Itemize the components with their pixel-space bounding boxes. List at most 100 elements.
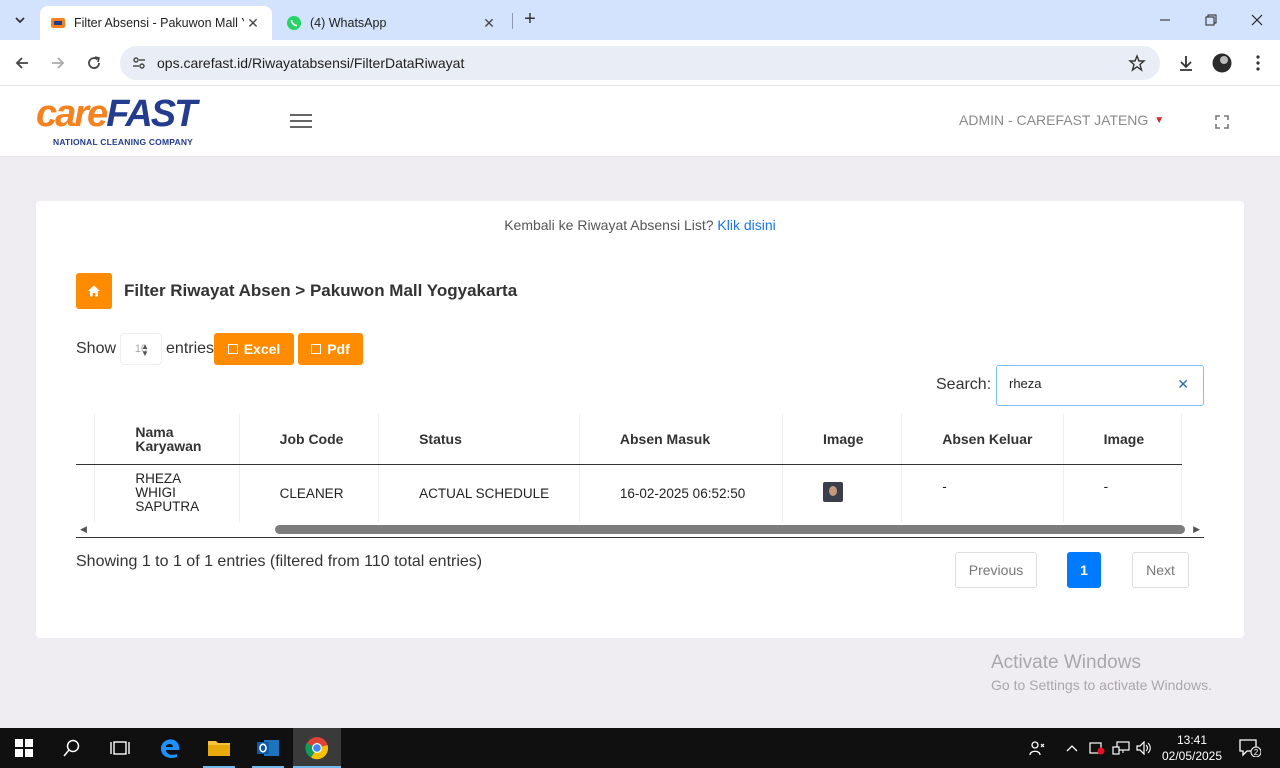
- url-text[interactable]: ops.carefast.id/Riwayatabsensi/FilterDat…: [157, 55, 464, 71]
- taskbar-outlook[interactable]: [244, 728, 292, 768]
- new-tab-button[interactable]: +: [520, 9, 540, 30]
- spinner-arrows-icon: ▲ ▼: [141, 342, 149, 358]
- column-header-image-masuk[interactable]: Image: [782, 414, 903, 465]
- browser-menu-button[interactable]: [1244, 49, 1272, 77]
- employee-photo-thumbnail[interactable]: [823, 481, 844, 502]
- page-title: Filter Riwayat Absen > Pakuwon Mall Yogy…: [124, 281, 518, 300]
- column-header-absen-masuk[interactable]: Absen Masuk: [579, 414, 784, 465]
- scroll-right-icon[interactable]: ▶: [1193, 524, 1200, 535]
- tab-filter-absensi[interactable]: Filter Absensi - Pakuwon Mall Y ✕: [40, 6, 272, 40]
- entries-label: entries: [166, 340, 215, 357]
- whatsapp-icon: [287, 16, 301, 30]
- scrollbar-thumb[interactable]: [275, 525, 1185, 534]
- clear-search-icon[interactable]: ✕: [1177, 376, 1189, 393]
- taskbar-file-explorer[interactable]: [195, 728, 243, 768]
- tab-whatsapp[interactable]: (4) WhatsApp ✕: [276, 6, 508, 40]
- download-icon: [1180, 56, 1192, 71]
- column-header-no[interactable]: [76, 414, 96, 465]
- pagination-next[interactable]: Next: [1132, 552, 1189, 588]
- back-to-list-line: Kembali ke Riwayat Absensi List? Klik di…: [36, 217, 1244, 233]
- profile-avatar[interactable]: [1208, 49, 1236, 77]
- arrow-left-icon: [15, 57, 28, 69]
- close-window-button[interactable]: [1234, 0, 1280, 40]
- close-tab-icon[interactable]: ✕: [244, 14, 262, 32]
- show-hidden-icons-chevron-icon[interactable]: [1062, 728, 1082, 768]
- site-info-icon[interactable]: [128, 52, 150, 74]
- close-tab-icon[interactable]: ✕: [480, 14, 498, 32]
- outlook-icon: [257, 740, 279, 756]
- column-header-image-keluar[interactable]: Image: [1063, 414, 1183, 465]
- scroll-left-icon[interactable]: ◀: [80, 524, 87, 535]
- notification-count: 2: [1254, 748, 1259, 757]
- carefast-favicon-icon: [51, 18, 65, 28]
- start-button[interactable]: [0, 728, 48, 768]
- taskbar-chrome[interactable]: [293, 728, 341, 768]
- system-clock[interactable]: 13:41 02/05/2025: [1158, 732, 1226, 764]
- back-button[interactable]: [8, 49, 36, 77]
- address-bar[interactable]: ops.carefast.id/Riwayatabsensi/FilterDat…: [120, 46, 1160, 80]
- minimize-icon: [1160, 19, 1170, 21]
- image-keluar-cell: -: [1063, 464, 1183, 522]
- export-excel-button[interactable]: Excel: [214, 333, 294, 365]
- restore-icon: [1205, 14, 1217, 26]
- absen-masuk-cell: 16-02-2025 06:52:50: [579, 464, 784, 522]
- tab-title: Filter Absensi - Pakuwon Mall Y: [74, 16, 244, 30]
- activate-windows-subtitle: Go to Settings to activate Windows.: [991, 677, 1212, 693]
- column-header-nama-karyawan[interactable]: Nama Karyawan: [94, 414, 240, 465]
- menu-toggle-icon[interactable]: [290, 114, 312, 130]
- tab-title: (4) WhatsApp: [310, 16, 387, 30]
- entries-per-page-select[interactable]: 10 ▲ ▼: [120, 333, 163, 365]
- more-vertical-icon: [1256, 55, 1260, 71]
- nama-cell: RHEZA WHIGI SAPUTRA: [94, 464, 240, 522]
- minimize-button[interactable]: [1142, 0, 1188, 40]
- image-masuk-cell: [782, 464, 903, 522]
- export-pdf-button[interactable]: Pdf: [298, 333, 363, 365]
- forward-button[interactable]: [44, 49, 72, 77]
- search-input[interactable]: [1009, 376, 1169, 391]
- restore-button[interactable]: [1188, 0, 1234, 40]
- taskbar-edge[interactable]: [146, 728, 194, 768]
- folder-icon: [208, 741, 230, 756]
- browser-toolbar: ops.carefast.id/Riwayatabsensi/FilterDat…: [0, 40, 1280, 86]
- pdf-label: Pdf: [327, 341, 350, 357]
- security-alert-icon[interactable]: [1087, 728, 1107, 768]
- activate-windows-title: Activate Windows: [991, 652, 1141, 673]
- table-header-row: Nama Karyawan Job Code Status Absen Masu…: [76, 414, 1183, 465]
- action-center-button[interactable]: 2: [1232, 728, 1268, 768]
- column-header-absen-keluar[interactable]: Absen Keluar: [901, 414, 1064, 465]
- admin-label: ADMIN - CAREFAST JATENG: [959, 112, 1149, 128]
- back-text: Kembali ke Riwayat Absensi List?: [504, 217, 714, 233]
- search-field[interactable]: ✕: [996, 365, 1204, 406]
- column-header-job-code[interactable]: Job Code: [239, 414, 380, 465]
- volume-icon[interactable]: [1134, 728, 1154, 768]
- people-icon[interactable]: [1026, 728, 1048, 768]
- reload-icon: [88, 56, 100, 69]
- home-button[interactable]: [76, 273, 112, 309]
- pagination-page-1[interactable]: 1: [1067, 552, 1101, 588]
- pdf-icon: [311, 344, 322, 354]
- back-link[interactable]: Klik disini: [717, 217, 775, 233]
- site-header: careFAST NATIONAL CLEANING COMPANY ADMIN…: [0, 86, 1280, 157]
- tab-search-button[interactable]: [6, 8, 34, 32]
- search-label: Search:: [936, 376, 992, 393]
- edge-icon: [161, 739, 180, 759]
- carefast-logo[interactable]: careFAST NATIONAL CLEANING COMPANY: [36, 92, 226, 152]
- taskbar-search-button[interactable]: [48, 728, 96, 768]
- task-view-button[interactable]: [96, 728, 144, 768]
- logo-wordmark: careFAST: [36, 93, 197, 135]
- attendance-table: Nama Karyawan Job Code Status Absen Masu…: [76, 414, 1183, 522]
- download-button[interactable]: [1172, 49, 1200, 77]
- column-header-status[interactable]: Status: [378, 414, 580, 465]
- reload-button[interactable]: [80, 49, 108, 77]
- bookmark-star-icon[interactable]: [1126, 52, 1148, 74]
- fullscreen-icon[interactable]: [1214, 114, 1230, 130]
- admin-dropdown[interactable]: ADMIN - CAREFAST JATENG ▼: [959, 112, 1164, 128]
- network-icon[interactable]: [1110, 728, 1132, 768]
- excel-label: Excel: [243, 341, 281, 357]
- pagination-previous[interactable]: Previous: [955, 552, 1037, 588]
- task-view-icon: [110, 741, 130, 755]
- show-label: Show: [76, 340, 117, 357]
- windows-taskbar: 13:41 02/05/2025 2: [0, 728, 1280, 768]
- chevron-down-icon: ▼: [1154, 114, 1165, 126]
- search-icon: [63, 739, 80, 757]
